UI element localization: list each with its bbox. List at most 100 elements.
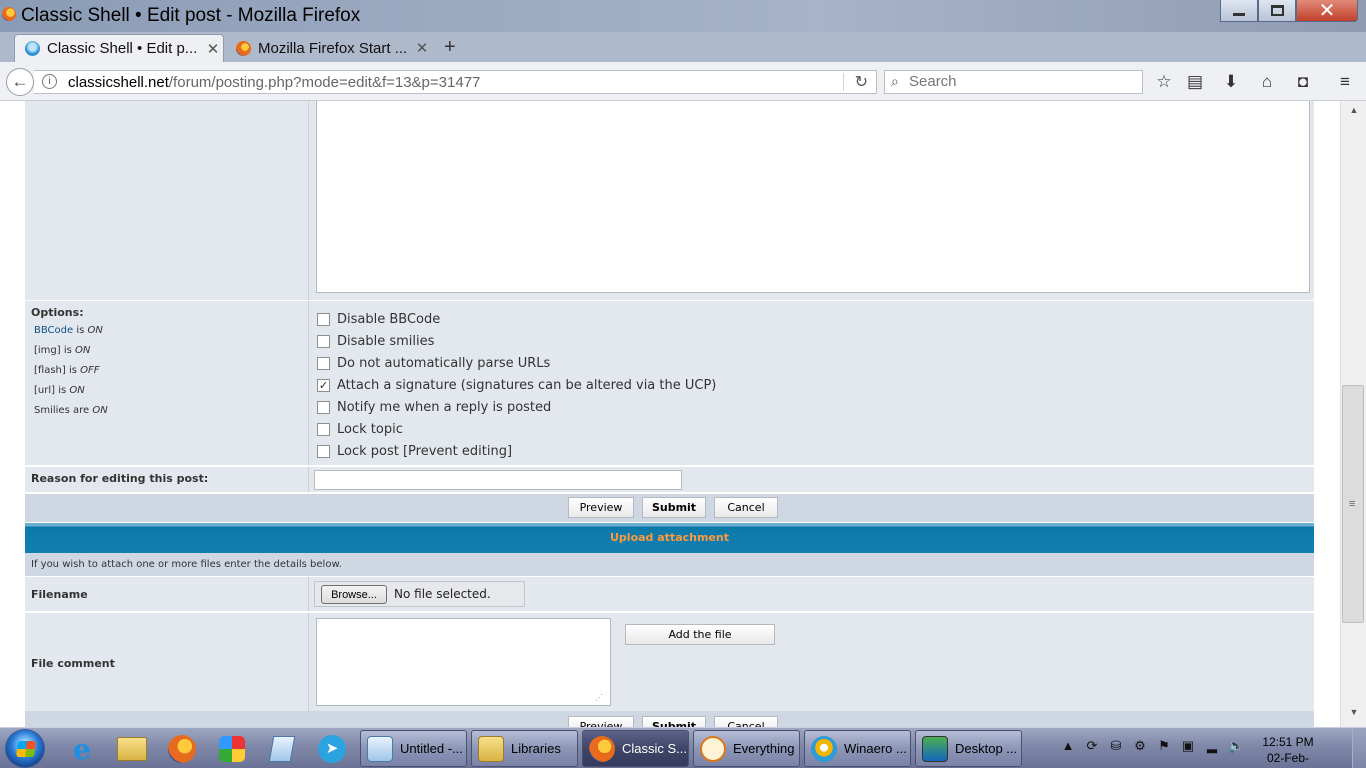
paint-icon[interactable] xyxy=(212,732,252,766)
show-hidden-icons-icon[interactable]: ▲ xyxy=(1060,738,1076,754)
option-disable-smilies[interactable]: Disable smilies xyxy=(317,330,716,352)
preview-button[interactable]: Preview xyxy=(568,497,634,518)
bbcode-status: BBCode is ON xyxy=(34,325,103,336)
close-tab-icon[interactable]: ✕ xyxy=(412,39,432,57)
navigation-bar: ← i classicshell.net/forum/posting.php?m… xyxy=(0,62,1366,101)
add-file-button[interactable]: Add the file xyxy=(625,624,775,645)
checkbox-checked[interactable]: ✓ xyxy=(317,378,330,392)
firefox-favicon-icon xyxy=(236,40,251,56)
reload-icon[interactable]: ↻ xyxy=(855,72,868,92)
cancel-button[interactable]: Cancel xyxy=(714,716,778,727)
options-checkboxes: Disable BBCode Disable smilies Do not au… xyxy=(317,308,716,462)
minimize-button[interactable] xyxy=(1220,0,1258,22)
option-lock-post[interactable]: Lock post [Prevent editing] xyxy=(317,440,716,462)
smilies-status: Smilies are ON xyxy=(34,405,108,416)
options-row: Options: BBCode is ON [img] is ON [flash… xyxy=(25,301,1314,466)
classic-shell-favicon-icon xyxy=(25,41,40,56)
bookmark-star-icon[interactable]: ☆ xyxy=(1153,71,1175,93)
telegram-icon[interactable]: ➤ xyxy=(312,732,352,766)
search-input[interactable] xyxy=(909,73,1129,90)
checkbox[interactable] xyxy=(317,334,330,348)
system-tray: ▲ ⟳ ⛁ ⚙ ⚑ ▣ ▂ 🔈 xyxy=(1060,738,1245,754)
window-title: Classic Shell • Edit post - Mozilla Fire… xyxy=(21,5,361,26)
reason-input[interactable] xyxy=(314,470,682,490)
attachment-buttons-row: Preview Submit Cancel xyxy=(25,711,1314,727)
tab-firefox-start[interactable]: Mozilla Firefox Start ... ✕ xyxy=(226,34,432,62)
upload-info-text: If you wish to attach one or more files … xyxy=(25,553,1314,576)
scroll-up-arrow-icon[interactable]: ▲ xyxy=(1341,105,1366,121)
scroll-grip-icon: ≡ xyxy=(1349,498,1356,510)
upload-attachment-header: Upload attachment xyxy=(25,522,1314,553)
close-window-button[interactable]: ✕ xyxy=(1296,0,1358,22)
internet-explorer-icon[interactable]: e xyxy=(62,732,102,766)
start-button[interactable] xyxy=(5,729,45,768)
taskbar-winaero-window[interactable]: Winaero ... xyxy=(804,730,911,767)
url-bar[interactable]: i classicshell.net/forum/posting.php?mod… xyxy=(34,70,877,94)
clock-date: 02-Feb-2017 xyxy=(1266,751,1310,768)
submit-button[interactable]: Submit xyxy=(642,716,706,727)
reason-label: Reason for editing this post: xyxy=(25,467,309,492)
site-info-icon[interactable]: i xyxy=(42,74,57,89)
reason-row: Reason for editing this post: xyxy=(25,467,1314,493)
network-adapter-icon[interactable]: ⛁ xyxy=(1108,738,1124,754)
firefox-pinned-icon[interactable] xyxy=(162,732,202,766)
action-center-flag-icon[interactable]: ⚑ xyxy=(1156,738,1172,754)
taskbar-notepad-window[interactable]: Untitled -... xyxy=(360,730,467,767)
clock-time: 12:51 PM xyxy=(1262,735,1314,749)
signal-strength-icon[interactable]: ▂ xyxy=(1204,738,1220,754)
checkbox[interactable] xyxy=(317,312,330,326)
option-notify-reply[interactable]: Notify me when a reply is posted xyxy=(317,396,716,418)
file-comment-textarea[interactable] xyxy=(316,618,611,706)
message-textarea[interactable] xyxy=(316,101,1310,293)
window-title-bar: Classic Shell • Edit post - Mozilla Fire… xyxy=(0,0,1366,32)
firefox-task-icon xyxy=(589,735,615,762)
scrollbar-thumb[interactable]: ≡ xyxy=(1342,385,1364,623)
checkbox[interactable] xyxy=(317,422,330,436)
notepad-task-icon xyxy=(367,735,393,762)
maximize-button[interactable] xyxy=(1258,0,1296,22)
url-text[interactable]: classicshell.net/forum/posting.php?mode=… xyxy=(68,74,480,91)
close-tab-icon[interactable]: ✕ xyxy=(203,40,223,58)
update-icon[interactable]: ⚙ xyxy=(1132,738,1148,754)
new-tab-button[interactable]: + xyxy=(444,36,456,59)
option-disable-bbcode[interactable]: Disable BBCode xyxy=(317,308,716,330)
back-button[interactable]: ← xyxy=(6,68,34,96)
resize-grip-icon[interactable]: ⋰ xyxy=(595,693,603,702)
taskbar-everything-window[interactable]: Everything xyxy=(693,730,800,767)
sync-icon[interactable]: ⟳ xyxy=(1084,738,1100,754)
file-comment-row: File comment ⋰ Add the file xyxy=(25,613,1314,711)
bbcode-link[interactable]: BBCode xyxy=(34,325,73,336)
downloads-icon[interactable]: ⬇ xyxy=(1220,71,1242,93)
menu-icon[interactable]: ≡ xyxy=(1334,71,1356,93)
preview-button[interactable]: Preview xyxy=(568,716,634,727)
tab-classic-shell[interactable]: Classic Shell • Edit p... ✕ xyxy=(14,34,224,62)
option-lock-topic[interactable]: Lock topic xyxy=(317,418,716,440)
submit-button[interactable]: Submit xyxy=(642,497,706,518)
taskbar-libraries-window[interactable]: Libraries xyxy=(471,730,578,767)
usb-device-icon[interactable]: ▣ xyxy=(1180,738,1196,754)
browse-button[interactable]: Browse... xyxy=(321,585,387,604)
notepad-icon[interactable] xyxy=(262,732,302,766)
show-desktop-button[interactable] xyxy=(1352,728,1366,768)
file-explorer-icon[interactable] xyxy=(112,732,152,766)
file-input[interactable]: Browse... No file selected. xyxy=(314,581,525,607)
no-file-text: No file selected. xyxy=(394,587,491,601)
folder-task-icon xyxy=(478,735,504,762)
cancel-button[interactable]: Cancel xyxy=(714,497,778,518)
tab-label: Classic Shell • Edit p... xyxy=(47,40,198,57)
scroll-down-arrow-icon[interactable]: ▼ xyxy=(1341,707,1366,723)
volume-icon[interactable]: 🔈 xyxy=(1228,738,1244,754)
checkbox[interactable] xyxy=(317,400,330,414)
option-no-parse-urls[interactable]: Do not automatically parse URLs xyxy=(317,352,716,374)
checkbox[interactable] xyxy=(317,444,330,458)
reading-list-icon[interactable]: ▤ xyxy=(1184,71,1206,93)
pocket-icon[interactable]: ◘ xyxy=(1292,71,1314,93)
home-icon[interactable]: ⌂ xyxy=(1256,71,1278,93)
page-scrollbar[interactable]: ▲ ≡ ▼ xyxy=(1340,101,1366,727)
taskbar-firefox-window[interactable]: Classic S... xyxy=(582,730,689,767)
option-attach-signature[interactable]: ✓ Attach a signature (signatures can be a… xyxy=(317,374,716,396)
search-bar[interactable]: ⌕ xyxy=(884,70,1143,94)
checkbox[interactable] xyxy=(317,356,330,370)
system-clock[interactable]: 12:51 PM 02-Feb-2017 xyxy=(1258,734,1318,768)
taskbar-desktop-window[interactable]: Desktop ... xyxy=(915,730,1022,767)
